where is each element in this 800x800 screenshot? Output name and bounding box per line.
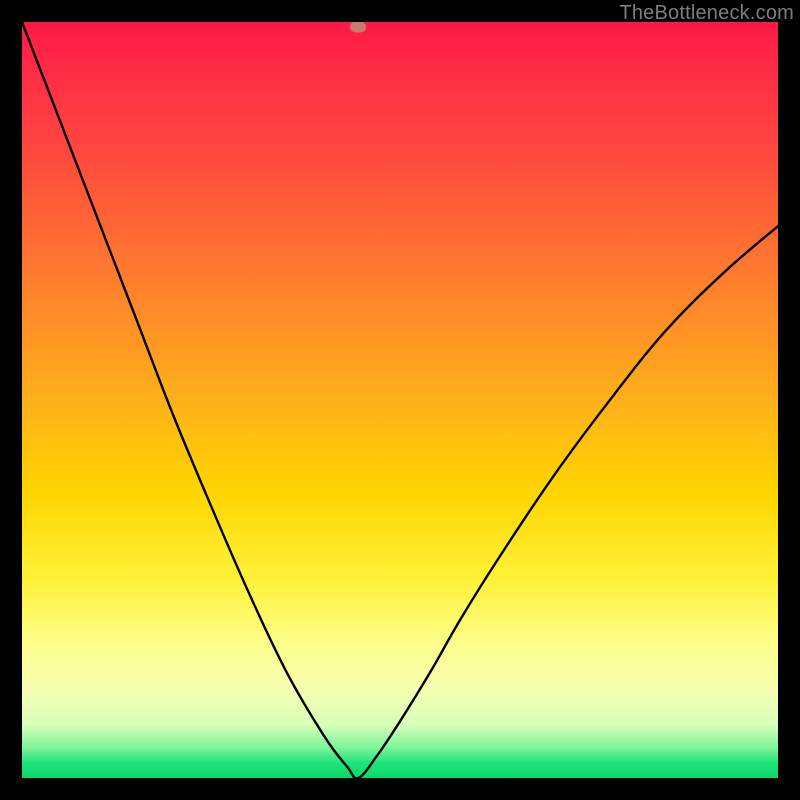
optimal-point-marker <box>350 22 366 32</box>
bottleneck-curve <box>22 22 778 778</box>
curve-path <box>22 22 778 778</box>
chart-frame: TheBottleneck.com <box>0 0 800 800</box>
watermark-text: TheBottleneck.com <box>619 2 794 25</box>
plot-area <box>22 22 778 778</box>
